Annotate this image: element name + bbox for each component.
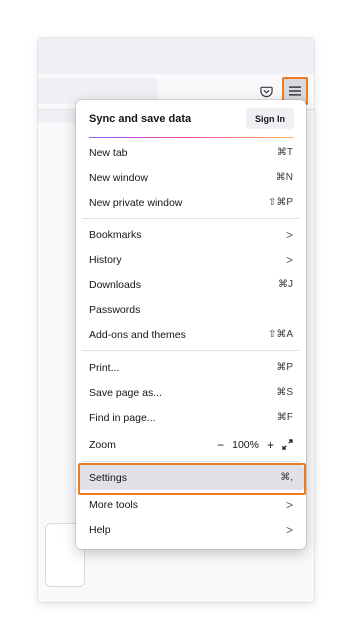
menu-item-label: Add-ons and themes [89, 328, 186, 341]
zoom-label: Zoom [89, 438, 116, 451]
chevron-right-icon: > [285, 252, 293, 267]
menu-separator [82, 461, 300, 462]
menu-item-label: New tab [89, 146, 128, 159]
menu-item-history[interactable]: History > [76, 247, 306, 272]
menu-item-shortcut: ⌘T [276, 147, 293, 158]
pocket-button[interactable] [255, 80, 277, 102]
menu-item-label: Passwords [89, 303, 141, 316]
menu-item-shortcut: ⌘F [276, 412, 293, 423]
menu-item-label: Bookmarks [89, 228, 142, 241]
chevron-right-icon: > [285, 227, 293, 242]
chevron-right-icon: > [285, 497, 293, 512]
title-bar [38, 38, 314, 74]
fullscreen-icon[interactable] [282, 439, 293, 450]
menu-item-save-page-as[interactable]: Save page as... ⌘S [76, 380, 306, 405]
menu-item-label: Print... [89, 361, 120, 374]
menu-item-new-private-window[interactable]: New private window ⇧⌘P [76, 190, 306, 215]
sign-in-button[interactable]: Sign In [246, 108, 294, 129]
menu-item-help[interactable]: Help > [76, 517, 306, 542]
menu-item-label: Find in page... [89, 411, 156, 424]
menu-item-label: Downloads [89, 278, 141, 291]
menu-item-downloads[interactable]: Downloads ⌘J [76, 272, 306, 297]
chevron-right-icon: > [285, 522, 293, 537]
pocket-icon [259, 86, 273, 97]
menu-item-shortcut: ⌘N [275, 172, 293, 183]
menu-item-new-window[interactable]: New window ⌘N [76, 165, 306, 190]
menu-item-shortcut: ⌘S [276, 387, 293, 398]
menu-item-shortcut: ⌘P [276, 362, 293, 373]
menu-item-more-tools[interactable]: More tools > [76, 492, 306, 517]
menu-item-bookmarks[interactable]: Bookmarks > [76, 222, 306, 247]
menu-item-shortcut: ⌘J [278, 279, 293, 290]
menu-item-label: Help [89, 523, 111, 536]
menu-item-label: New private window [89, 196, 183, 209]
menu-item-new-tab[interactable]: New tab ⌘T [76, 140, 306, 165]
menu-separator [82, 350, 300, 351]
zoom-level[interactable]: 100% [232, 439, 259, 451]
menu-item-zoom: Zoom − 100% + [76, 432, 306, 457]
hamburger-menu-icon [289, 86, 301, 96]
sync-row: Sync and save data Sign In [76, 100, 306, 137]
menu-item-addons-and-themes[interactable]: Add-ons and themes ⇧⌘A [76, 322, 306, 347]
menu-item-label: More tools [89, 498, 139, 511]
menu-item-label: New window [89, 171, 148, 184]
menu-item-label: History [89, 253, 122, 266]
menu-item-shortcut: ⇧⌘P [267, 197, 293, 208]
sync-title: Sync and save data [89, 112, 192, 125]
menu-item-passwords[interactable]: Passwords [76, 297, 306, 322]
menu-item-print[interactable]: Print... ⌘P [76, 355, 306, 380]
menu-item-shortcut: ⇧⌘A [267, 329, 293, 340]
menu-item-label: Save page as... [89, 386, 162, 399]
sync-accent-divider [89, 137, 294, 138]
menu-item-find-in-page[interactable]: Find in page... ⌘F [76, 405, 306, 430]
zoom-controls: − 100% + [217, 439, 293, 451]
settings-callout-outline [78, 463, 306, 495]
menu-separator [82, 218, 300, 219]
zoom-out-button[interactable]: − [217, 439, 224, 451]
zoom-in-button[interactable]: + [267, 439, 274, 451]
